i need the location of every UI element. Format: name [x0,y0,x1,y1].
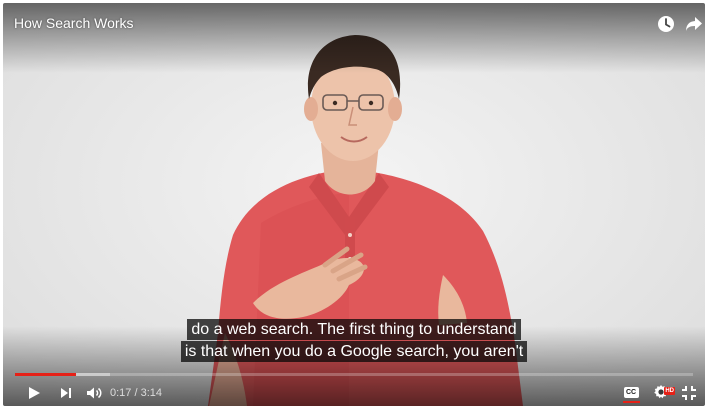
current-time: 0:17 [110,386,132,399]
share-arrow-icon [686,17,702,31]
control-bar: 0:17 / 3:14 CC HD [3,379,705,406]
top-gradient-overlay [3,3,705,73]
clock-icon [658,16,674,32]
video-player[interactable]: How Search Works do a web search. The fi… [3,3,705,406]
captions-window: do a web search. The first thing to unde… [3,319,705,363]
volume-icon [87,387,102,398]
progress-bar[interactable] [15,373,693,376]
cc-icon: CC [623,387,639,398]
caption-line-1: do a web search. The first thing to unde… [187,319,521,340]
caption-line-2: is that when you do a Google search, you… [180,341,528,362]
time-display: 0:17 / 3:14 [110,379,162,406]
next-button[interactable] [55,379,77,406]
next-icon [61,387,71,398]
captions-active-indicator [623,401,640,403]
video-title[interactable]: How Search Works [14,15,134,31]
watch-later-button[interactable] [655,13,677,35]
play-button[interactable] [23,379,45,406]
exit-fullscreen-button[interactable] [679,379,699,406]
hd-badge: HD [664,386,675,395]
play-icon [29,386,40,399]
share-button[interactable] [683,13,705,35]
time-separator: / [131,386,141,399]
settings-button[interactable]: HD [651,379,675,406]
duration: 3:14 [140,386,163,399]
exit-fullscreen-icon [682,385,696,400]
volume-button[interactable] [83,379,107,406]
progress-played [15,373,77,376]
